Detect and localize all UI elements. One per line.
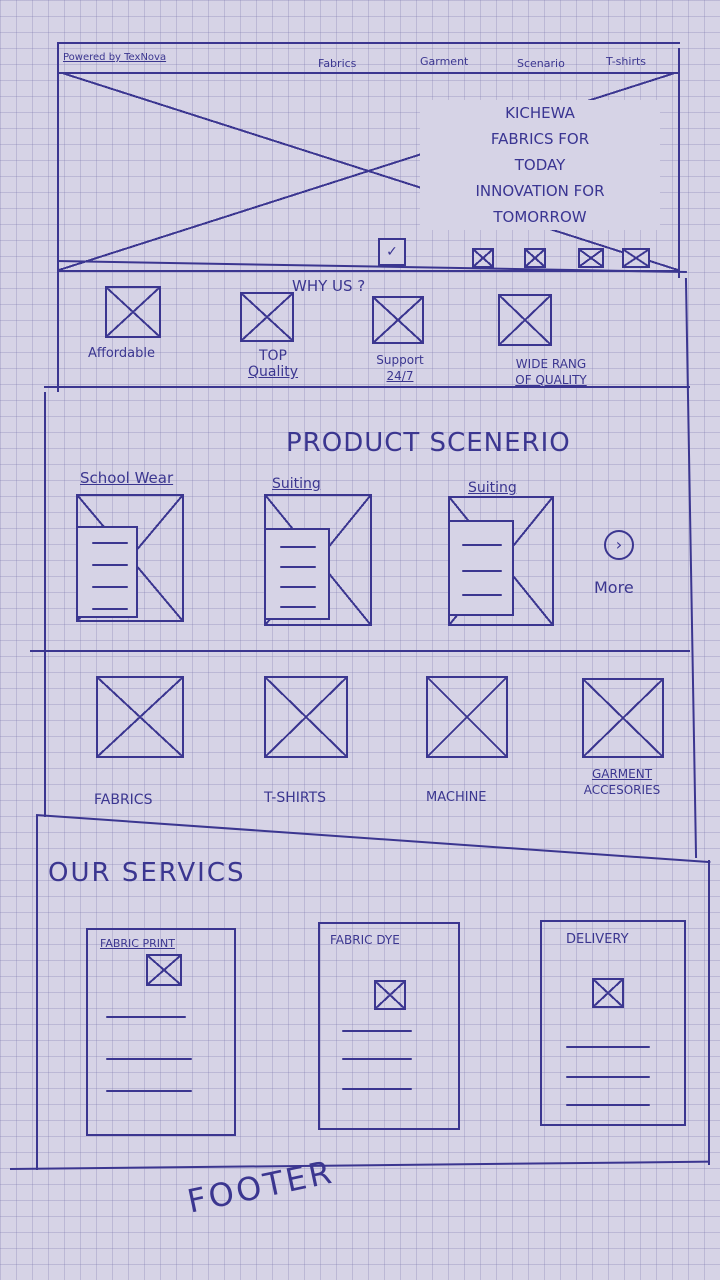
frame-right-lower bbox=[684, 278, 698, 858]
product-label-suiting-1[interactable]: Suiting bbox=[272, 476, 321, 492]
hero-tagline: KICHEWA FABRICS FOR TODAY INNOVATION FOR… bbox=[420, 100, 660, 230]
frame-left-bottom bbox=[36, 815, 38, 1170]
service-icon-fabric-print bbox=[146, 954, 182, 986]
product-text-line bbox=[462, 544, 502, 546]
service-text-line bbox=[342, 1058, 412, 1060]
nav-item-tshirts[interactable]: T-shirts bbox=[606, 54, 646, 70]
service-label-fabric-print: FABRIC PRINT bbox=[100, 937, 175, 950]
service-text-line bbox=[106, 1016, 186, 1018]
nav-item-fabrics[interactable]: Fabrics bbox=[318, 56, 356, 72]
service-text-line bbox=[566, 1076, 650, 1078]
product-label-suiting-2[interactable]: Suiting bbox=[468, 480, 517, 496]
product-text-line bbox=[280, 606, 316, 608]
category-image-accessories[interactable] bbox=[582, 678, 664, 758]
frame-left-lower bbox=[44, 392, 46, 817]
service-text-line bbox=[566, 1046, 650, 1048]
why-us-label-line: Quality bbox=[247, 364, 299, 380]
product-card-list-overlay bbox=[76, 526, 138, 618]
category-label-fabrics[interactable]: FABRICS bbox=[94, 792, 152, 808]
product-text-line bbox=[462, 594, 502, 596]
product-text-line bbox=[280, 546, 316, 548]
hero-tagline-line: FABRICS FOR bbox=[490, 130, 590, 148]
why-us-label-line: WIDE RANG bbox=[515, 357, 587, 371]
service-icon-delivery bbox=[592, 978, 624, 1008]
category-label-line: ACCESORIES bbox=[583, 783, 661, 797]
service-card-delivery[interactable] bbox=[540, 920, 686, 1126]
product-text-line bbox=[280, 566, 316, 568]
service-label-delivery: DELIVERY bbox=[566, 932, 629, 947]
service-text-line bbox=[106, 1090, 192, 1092]
products-title: PRODUCT SCENERIO bbox=[286, 428, 571, 458]
category-image-machine[interactable] bbox=[426, 676, 508, 758]
why-us-icon-support bbox=[372, 296, 424, 344]
category-image-tshirts[interactable] bbox=[264, 676, 348, 758]
services-bottom-line bbox=[9, 1160, 710, 1170]
product-text-line bbox=[462, 570, 502, 572]
product-text-line bbox=[92, 542, 128, 544]
categories-bottom-line bbox=[35, 814, 711, 864]
why-us-bottom-line bbox=[44, 386, 690, 388]
product-text-line bbox=[92, 608, 128, 610]
product-text-line bbox=[280, 586, 316, 588]
product-text-line bbox=[92, 564, 128, 566]
hero-slide-dot-3[interactable] bbox=[578, 248, 604, 268]
frame-right-bottom bbox=[708, 860, 710, 1165]
category-label-machine[interactable]: MACHINE bbox=[426, 790, 487, 806]
service-text-line bbox=[342, 1030, 412, 1032]
services-title: OUR SERVICS bbox=[48, 858, 246, 888]
hero-slide-dot-2[interactable] bbox=[524, 248, 546, 268]
service-text-line bbox=[566, 1104, 650, 1106]
why-us-icon-quality bbox=[240, 292, 294, 342]
products-bottom-line bbox=[30, 650, 690, 652]
why-us-label-line: 24/7 bbox=[386, 369, 414, 383]
service-text-line bbox=[342, 1088, 412, 1090]
why-us-label-support: Support 24/7 bbox=[360, 352, 440, 384]
hero-slide-current-icon[interactable]: ✓ bbox=[378, 238, 406, 266]
why-us-label-quality: TOP Quality bbox=[228, 348, 318, 380]
why-us-icon-affordable bbox=[105, 286, 161, 338]
category-label-accessories[interactable]: GARMENT ACCESORIES bbox=[566, 766, 678, 798]
hero-tagline-line: INNOVATION FOR bbox=[475, 182, 605, 200]
hero-tagline-line: KICHEWA bbox=[505, 104, 575, 122]
category-label-tshirts[interactable]: T-SHIRTS bbox=[264, 790, 326, 806]
hero-tagline-line: TODAY bbox=[514, 156, 566, 174]
why-us-label-affordable: Affordable bbox=[88, 346, 155, 361]
service-text-line bbox=[106, 1058, 192, 1060]
service-icon-fabric-dye bbox=[374, 980, 406, 1010]
nav-top-line bbox=[57, 42, 680, 44]
nav-brand[interactable]: Powered by TexNova bbox=[63, 50, 166, 66]
service-label-fabric-dye: FABRIC DYE bbox=[330, 933, 400, 947]
nav-item-scenario[interactable]: Scenario bbox=[517, 56, 565, 72]
why-us-icon-range bbox=[498, 294, 552, 346]
category-label-line: GARMENT bbox=[591, 767, 653, 781]
service-card-fabric-dye[interactable] bbox=[318, 922, 460, 1130]
hero-slide-dot-1[interactable] bbox=[472, 248, 494, 268]
why-us-label-range: WIDE RANG OF QUALITY bbox=[486, 356, 616, 388]
why-us-title: WHY US ? bbox=[292, 277, 366, 295]
hero-tagline-line: TOMORROW bbox=[493, 208, 587, 226]
more-link[interactable]: More bbox=[594, 580, 634, 596]
more-arrow-icon[interactable]: › bbox=[604, 530, 634, 560]
category-image-fabrics[interactable] bbox=[96, 676, 184, 758]
nav-item-garment[interactable]: Garment bbox=[420, 54, 468, 70]
why-us-label-line: Support bbox=[376, 353, 424, 367]
hero-slide-dot-4[interactable] bbox=[622, 248, 650, 268]
product-text-line bbox=[92, 586, 128, 588]
product-label-school-wear[interactable]: School Wear bbox=[80, 470, 173, 486]
footer-label: FOOTER bbox=[184, 1152, 338, 1221]
why-us-label-line: TOP bbox=[258, 348, 287, 364]
product-card-list-overlay bbox=[448, 520, 514, 616]
